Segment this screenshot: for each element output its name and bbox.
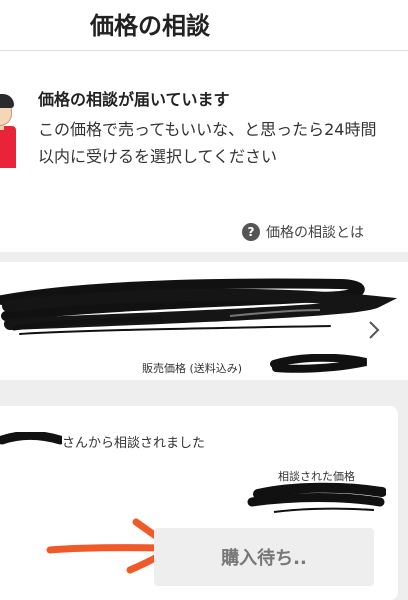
page-title: 価格の相談 [90,12,210,40]
price-negotiation-screen: 価格の相談 価格の相談が届いています この価格で売ってもいいな、と思ったら24時… [0,0,408,600]
awaiting-purchase-button[interactable]: 購入待ち.. [154,528,374,586]
help-link[interactable]: ? 価格の相談とは [242,222,364,242]
product-row[interactable]: 販売価格 (送料込み) [0,262,408,380]
header-divider [0,50,408,51]
section-separator [0,252,408,262]
avatar [0,92,16,168]
product-name-redaction [0,278,398,335]
offer-card: さんから相談されました 相談された価格 購入待ち.. [0,406,398,600]
header: 価格の相談 [0,0,408,46]
help-link-label: 価格の相談とは [266,225,364,241]
offer-section: さんから相談されました 相談された価格 購入待ち.. [0,396,408,600]
notice-section: 価格の相談が届いています この価格で売ってもいいな、と思ったら24時間以内に受け… [0,72,408,222]
section-separator-2 [0,380,408,396]
offered-price-redaction [247,482,386,513]
notice-body: この価格で売ってもいいな、と思ったら24時間以内に受けるを選択してください [38,120,377,166]
chevron-right-icon [369,321,380,339]
requester-redaction [0,432,62,445]
requester-message: さんから相談されました [62,436,206,451]
question-circle-icon: ? [242,223,260,241]
price-label: 販売価格 (送料込み) [142,362,243,375]
price-redaction [270,354,367,373]
notice-title: 価格の相談が届いています [38,90,230,109]
